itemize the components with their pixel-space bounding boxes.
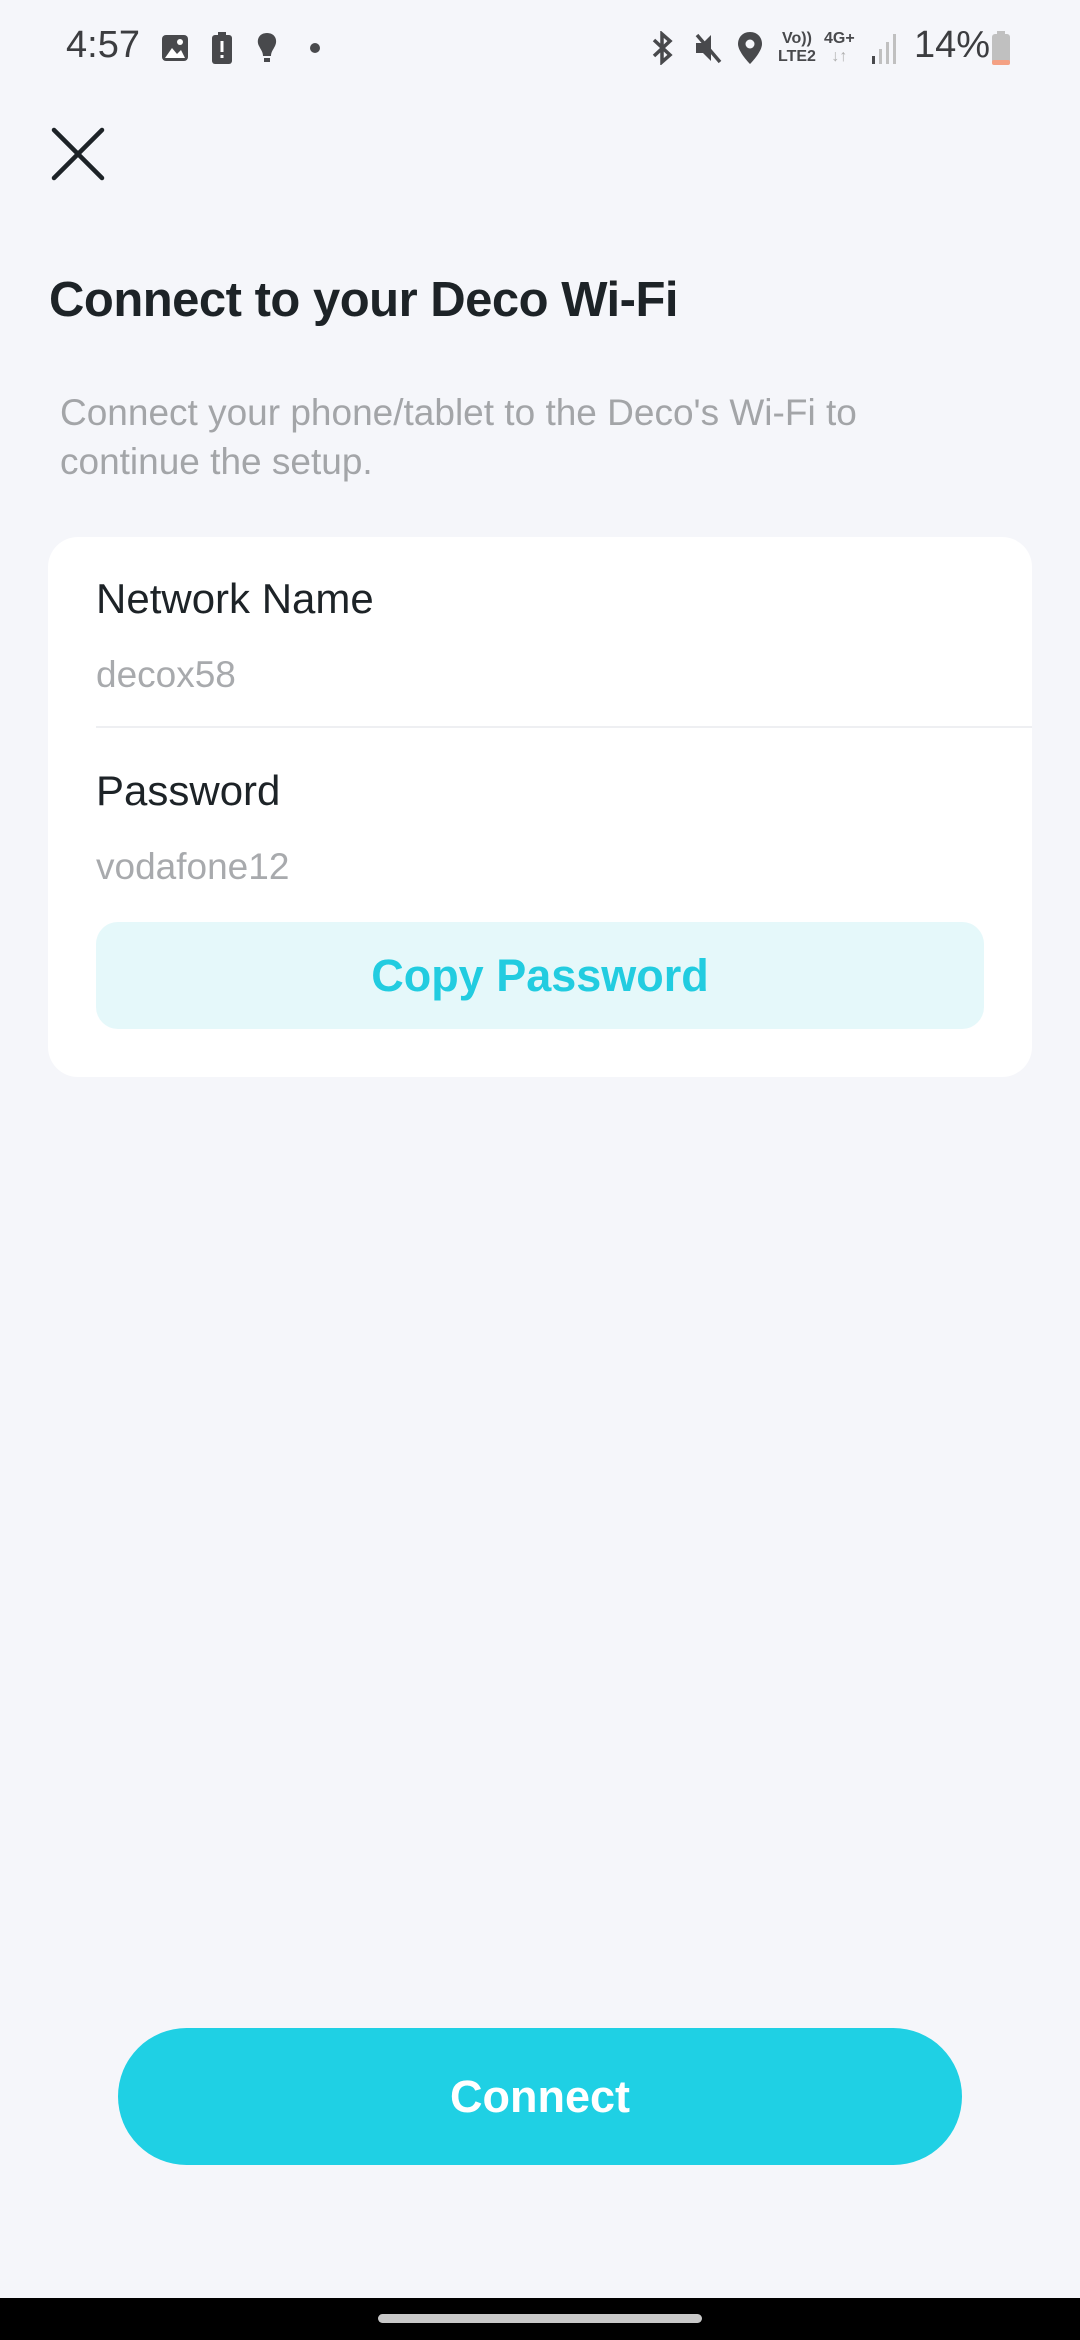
data-arrows-icon: ↓↑ — [831, 48, 848, 65]
mute-icon — [692, 30, 724, 66]
home-handle[interactable] — [378, 2314, 702, 2323]
wifi-credentials-card: Network Name decox58 Password vodafone12… — [48, 537, 1032, 1077]
copy-password-button[interactable]: Copy Password — [96, 922, 984, 1029]
gallery-icon — [160, 30, 190, 66]
network-name-value: decox58 — [96, 654, 236, 695]
page-title: Connect to your Deco Wi-Fi — [49, 273, 679, 327]
data-type-label: 4G+ — [824, 30, 855, 47]
close-icon — [51, 127, 105, 181]
battery-icon — [990, 30, 1012, 66]
dot-icon — [308, 30, 322, 66]
password-value: vodafone12 — [96, 846, 290, 887]
bluetooth-icon — [648, 30, 678, 66]
battery-alert-icon — [210, 30, 234, 66]
bulb-icon — [254, 30, 280, 66]
network-name-label: Network Name — [96, 575, 374, 622]
divider — [96, 726, 1032, 728]
volte-icon: Vo)) LTE2 — [778, 30, 816, 66]
data-icon: 4G+ ↓↑ — [824, 30, 855, 66]
close-button[interactable] — [50, 126, 106, 182]
volte-label: Vo)) — [782, 30, 812, 47]
status-time: 4:57 — [66, 24, 140, 66]
lte-label: LTE2 — [778, 48, 816, 65]
battery-percent: 14% — [914, 24, 991, 66]
connect-button[interactable]: Connect — [118, 2028, 962, 2165]
password-label: Password — [96, 767, 281, 814]
page-subtitle: Connect your phone/tablet to the Deco's … — [60, 392, 857, 482]
status-bar: 4:57 Vo)) LTE2 4G+ ↓↑ 14% — [0, 0, 1080, 95]
location-icon — [736, 30, 764, 66]
navigation-bar — [0, 2298, 1080, 2340]
signal-icon — [870, 30, 900, 66]
